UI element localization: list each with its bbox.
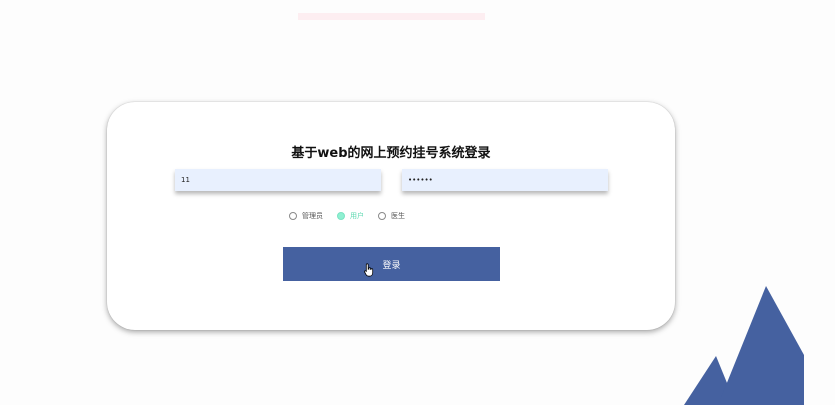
- username-input[interactable]: [175, 169, 381, 191]
- role-option-user[interactable]: 用户: [337, 211, 364, 221]
- role-option-doctor[interactable]: 医生: [378, 211, 405, 221]
- radio-doctor[interactable]: [378, 212, 386, 220]
- login-button-label: 登录: [382, 259, 401, 270]
- role-label-admin: 管理员: [302, 212, 323, 220]
- top-decorative-strip: [298, 13, 485, 20]
- login-button[interactable]: 登录: [283, 247, 500, 281]
- role-option-admin[interactable]: 管理员: [289, 211, 323, 221]
- role-radio-group: 管理员 用户 医生: [289, 210, 419, 222]
- password-input[interactable]: [402, 169, 608, 191]
- radio-admin[interactable]: [289, 212, 297, 220]
- page-title: 基于web的网上预约挂号系统登录: [291, 146, 491, 161]
- mountains-icon: [684, 286, 804, 405]
- hand-pointer-icon: [364, 263, 374, 277]
- role-label-user: 用户: [350, 212, 364, 220]
- role-label-doctor: 医生: [391, 212, 405, 220]
- login-card: 基于web的网上预约挂号系统登录 管理员 用户 医生 登录: [107, 102, 675, 330]
- radio-user[interactable]: [337, 212, 345, 220]
